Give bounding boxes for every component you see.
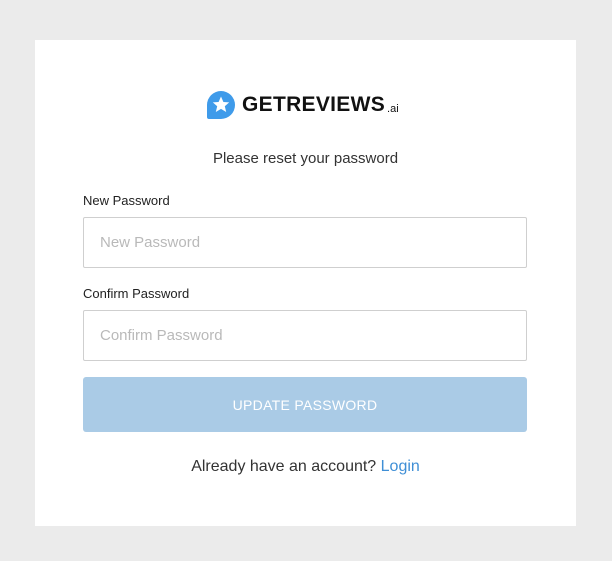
brand-name: GETREVIEWS — [242, 93, 386, 116]
confirm-password-label: Confirm Password — [83, 286, 190, 301]
page-subtitle: Please reset your password — [212, 150, 399, 167]
new-password-input[interactable] — [83, 217, 527, 268]
confirm-password-input[interactable] — [83, 310, 527, 361]
login-link[interactable]: Login — [381, 458, 420, 475]
brand-suffix: .ai — [387, 103, 399, 115]
brand-logo: GETREVIEWS .ai — [206, 89, 399, 120]
star-chat-bubble-icon — [207, 90, 235, 119]
new-password-label: New Password — [83, 193, 170, 208]
update-password-button[interactable]: UPDATE PASSWORD — [83, 377, 527, 432]
login-prompt-text: Already have an account? — [191, 458, 377, 475]
reset-password-card: GETREVIEWS .ai Please reset your passwor… — [35, 40, 576, 526]
login-prompt: Already have an account? Login — [35, 458, 576, 476]
